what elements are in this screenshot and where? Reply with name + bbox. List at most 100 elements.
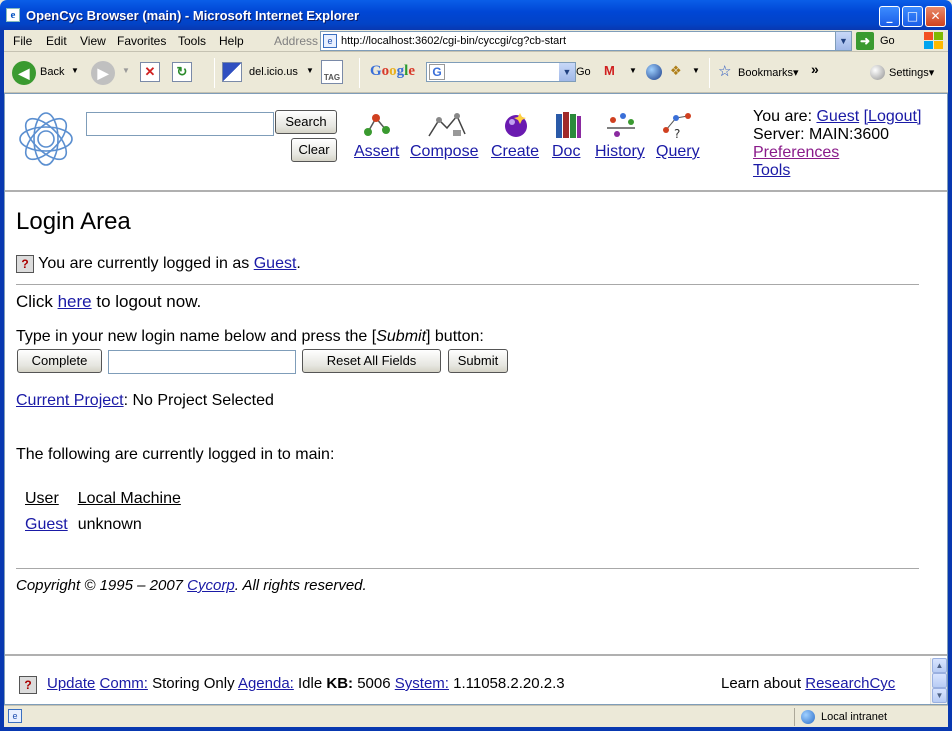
puzzle-icon[interactable]: ❖ — [670, 63, 682, 79]
menu-help[interactable]: Help — [219, 34, 244, 48]
comm-link[interactable]: Comm: — [100, 675, 148, 692]
window-frame-right — [948, 30, 952, 731]
search-button[interactable]: Search — [275, 110, 337, 134]
query-icon[interactable]: ? — [660, 110, 692, 140]
menu-tools[interactable]: Tools — [178, 34, 206, 48]
logout-link[interactable]: [Logout] — [864, 108, 922, 125]
nav-query[interactable]: Query — [656, 143, 700, 161]
intranet-globe-icon — [801, 710, 815, 724]
update-link[interactable]: Update — [47, 675, 95, 692]
google-search-dropdown-icon[interactable]: ▼ — [559, 63, 575, 81]
ie-app-icon: e — [6, 8, 20, 22]
nav-compose[interactable]: Compose — [410, 143, 478, 161]
reset-all-fields-button[interactable]: Reset All Fields — [302, 349, 441, 373]
agenda-link[interactable]: Agenda: — [238, 675, 294, 692]
address-go-button[interactable]: ➜ Go — [856, 31, 902, 51]
delicious-dropdown-icon[interactable]: ▼ — [306, 66, 314, 75]
globe-icon[interactable] — [646, 64, 662, 80]
help-icon[interactable]: ? — [16, 255, 34, 273]
delicious-icon[interactable] — [222, 62, 242, 82]
puzzle-dropdown-icon[interactable]: ▼ — [692, 66, 700, 75]
window-frame-bottom — [0, 727, 952, 731]
system-link[interactable]: System: — [395, 675, 449, 692]
footer-scrollbar[interactable]: ▲ ▼ — [930, 658, 947, 704]
doc-books-icon[interactable] — [552, 110, 584, 140]
login-name-input[interactable] — [108, 350, 296, 374]
assert-icon[interactable] — [360, 110, 392, 140]
toolbar-separator — [214, 58, 215, 88]
complete-button[interactable]: Complete — [17, 349, 102, 373]
footer-help-icon[interactable]: ? — [19, 676, 37, 694]
google-go-button[interactable]: Go — [576, 66, 591, 78]
user-cell-link[interactable]: Guest — [25, 516, 68, 533]
delicious-label[interactable]: del.icio.us — [249, 66, 298, 78]
menu-view[interactable]: View — [80, 34, 106, 48]
scroll-up-icon[interactable]: ▲ — [932, 658, 947, 673]
back-button-label[interactable]: Back — [40, 66, 64, 78]
back-arrow-icon[interactable]: ◀ — [12, 61, 36, 85]
address-url[interactable]: http://localhost:3602/cgi-bin/cyccgi/cg?… — [341, 35, 566, 47]
scroll-down-icon[interactable]: ▼ — [932, 688, 947, 703]
cycorp-link[interactable]: Cycorp — [187, 577, 235, 594]
close-button[interactable]: ✕ — [925, 6, 946, 27]
nav-doc[interactable]: Doc — [552, 143, 580, 161]
researchcyc-link[interactable]: ResearchCyc — [805, 675, 895, 692]
copyright: Copyright © 1995 – 2007 Cycorp. All righ… — [16, 577, 367, 594]
back-dropdown-icon[interactable]: ▼ — [71, 66, 79, 75]
nav-assert[interactable]: Assert — [354, 143, 399, 161]
create-icon[interactable] — [500, 110, 532, 140]
menu-file[interactable]: File — [13, 34, 32, 48]
menu-favorites[interactable]: Favorites — [117, 34, 166, 48]
preferences-link[interactable]: Preferences — [753, 144, 839, 162]
logged-in-line: ? You are currently logged in as Guest. — [16, 255, 301, 273]
learn-text: Learn about — [721, 675, 802, 692]
user-link[interactable]: Guest — [816, 108, 859, 125]
current-project-link[interactable]: Current Project — [16, 392, 124, 409]
google-g-icon[interactable]: G — [429, 64, 445, 80]
logged-in-text: You are currently logged in as — [38, 255, 250, 273]
gmail-icon[interactable]: M — [604, 63, 615, 78]
minimize-button[interactable]: _ — [879, 6, 900, 27]
menu-edit[interactable]: Edit — [46, 34, 67, 48]
bookmarks-button[interactable]: Bookmarks▾ — [738, 66, 799, 79]
local-machine-column-header: Local Machine — [77, 490, 181, 507]
current-project-line: Current Project: No Project Selected — [16, 392, 274, 410]
forward-arrow-icon[interactable]: ▶ — [91, 61, 115, 85]
instruction-submit: Submit — [376, 328, 427, 345]
google-search-input[interactable]: G ▼ — [426, 62, 576, 82]
submit-button[interactable]: Submit — [448, 349, 508, 373]
logged-in-user-link[interactable]: Guest — [254, 255, 297, 272]
stop-icon[interactable]: ✕ — [140, 62, 160, 82]
page-title: Login Area — [16, 208, 131, 235]
address-bar[interactable]: e http://localhost:3602/cgi-bin/cyccgi/c… — [320, 31, 852, 51]
gmail-dropdown-icon[interactable]: ▼ — [629, 66, 637, 75]
compose-icon[interactable] — [425, 110, 467, 140]
history-icon[interactable] — [603, 110, 639, 140]
instruction-post: ] button: — [426, 328, 484, 345]
bookmarks-star-icon[interactable]: ☆ — [718, 62, 731, 80]
user-column-header: User — [25, 490, 59, 507]
maximize-button[interactable]: □ — [902, 6, 923, 27]
refresh-icon[interactable]: ↻ — [172, 62, 192, 82]
you-are-label: You are: — [753, 108, 813, 125]
nav-history[interactable]: History — [595, 143, 645, 161]
page-icon: e — [323, 34, 337, 48]
nav-create[interactable]: Create — [491, 143, 539, 161]
forward-dropdown-icon[interactable]: ▼ — [122, 66, 130, 75]
address-dropdown-icon[interactable]: ▼ — [835, 32, 851, 50]
go-label: Go — [880, 35, 895, 47]
security-zone: Local intranet — [794, 708, 944, 726]
clear-button[interactable]: Clear — [291, 138, 337, 162]
settings-icon[interactable] — [870, 65, 885, 80]
cyc-search-input[interactable] — [86, 112, 274, 136]
scroll-thumb[interactable] — [932, 673, 947, 688]
here-link[interactable]: here — [58, 292, 92, 311]
svg-text:?: ? — [674, 127, 680, 140]
tools-link[interactable]: Tools — [753, 162, 790, 180]
settings-button[interactable]: Settings▾ — [889, 66, 934, 79]
more-chevron-icon[interactable]: » — [811, 61, 819, 77]
click-text: Click — [16, 292, 53, 311]
browser-toolbar: ◀ Back ▼ ▶ ▼ ✕ ↻ del.icio.us ▼ TAG Googl… — [4, 53, 948, 93]
kb-value: 5006 — [357, 675, 391, 692]
tag-icon[interactable]: TAG — [321, 60, 343, 84]
